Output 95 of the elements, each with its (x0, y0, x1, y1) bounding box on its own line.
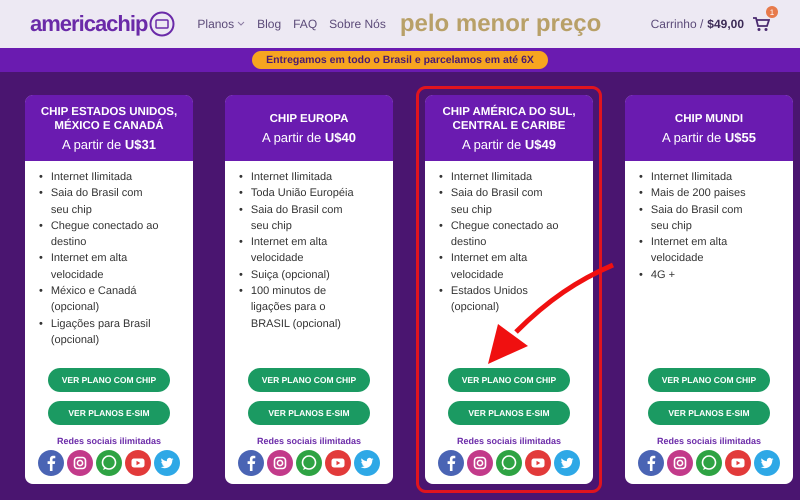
feature-item: Internet em alta velocidade (250, 235, 328, 266)
bullet: • (639, 202, 643, 218)
plan-title: CHIP ESTADOS UNIDOS, MÉXICO E CANADÁ (40, 104, 178, 132)
bullet: • (239, 235, 243, 250)
plan-button[interactable]: VER PLANOS E-SIM (648, 401, 770, 425)
plan-button[interactable]: VER PLANO COM CHIP (648, 368, 770, 392)
plan-price: A partir de U$40 (262, 130, 356, 144)
feature-item: Mais de 200 paises (650, 186, 746, 202)
twitter-icon (754, 450, 780, 476)
logo-wordmark[interactable]: americachip (30, 11, 148, 37)
bullet: • (239, 284, 243, 300)
feature-item: 100 minutos de ligações para o BRASIL (opcional) (250, 284, 342, 332)
bullet: • (439, 251, 443, 266)
plan-button[interactable]: VER PLANOS E-SIM (448, 401, 570, 425)
bullet: • (39, 186, 43, 202)
plan-button[interactable]: VER PLANO COM CHIP (448, 368, 570, 392)
whatsapp-icon (296, 450, 322, 476)
bullet: • (39, 170, 43, 185)
whatsapp-icon (96, 450, 122, 476)
instagram-icon (467, 450, 493, 476)
whatsapp-icon (496, 450, 522, 476)
feature-item: Saia do Brasil com seu chip (250, 202, 344, 234)
bullet: • (239, 170, 243, 185)
social-label: Redes sociais ilimitadas (56, 436, 162, 446)
shipping-banner: Entregamos em todo o Brasil e parcelamos em até 6X (252, 51, 548, 69)
social-label: Redes sociais ilimitadas (456, 436, 562, 446)
feature-item: Ligações para Brasil (opcional) (50, 316, 152, 348)
feature-item: Internet Ilimitada (450, 170, 532, 185)
cart-label[interactable]: Carrinho / (650, 17, 704, 31)
youtube-icon (125, 450, 151, 476)
shopping-cart-icon[interactable] (752, 16, 770, 32)
bullet: • (439, 170, 443, 185)
nav-link[interactable]: Sobre Nós (329, 17, 386, 31)
youtube-icon (525, 450, 551, 476)
plan-price: A partir de U$55 (662, 130, 756, 144)
facebook-icon (638, 450, 664, 476)
bullet: • (639, 268, 643, 283)
feature-item: México e Canadá (opcional) (50, 284, 138, 316)
instagram-icon (67, 450, 93, 476)
cart-count-badge: 1 (766, 6, 778, 18)
bullet: • (39, 251, 43, 266)
feature-item: Saia do Brasil com seu chip (450, 186, 544, 218)
plan-button[interactable]: VER PLANO COM CHIP (48, 368, 170, 392)
nav-link[interactable]: Planos (197, 17, 246, 31)
bullet: • (39, 316, 43, 332)
bullet: • (439, 186, 443, 202)
youtube-icon (325, 450, 351, 476)
bullet: • (639, 170, 643, 185)
bullet: • (639, 235, 643, 250)
feature-item: Chegue conectado ao destino (50, 218, 160, 250)
feature-item: Internet Ilimitada (650, 170, 732, 185)
feature-item: Estados Unidos (opcional) (450, 284, 529, 316)
plan-button[interactable]: VER PLANOS E-SIM (48, 401, 170, 425)
bullet: • (439, 218, 443, 234)
feature-item: Suiça (opcional) (250, 268, 330, 283)
plan-button[interactable]: VER PLANOS E-SIM (248, 401, 370, 425)
twitter-icon (354, 450, 380, 476)
feature-item: Toda União Européia (250, 186, 354, 202)
feature-item: Saia do Brasil com seu chip (650, 202, 744, 234)
bullet: • (639, 186, 643, 202)
bullet: • (439, 284, 443, 300)
feature-item: Saia do Brasil com seu chip (50, 186, 144, 218)
hero-heading: pelo menor preço (400, 10, 602, 38)
instagram-icon (667, 450, 693, 476)
nav-link[interactable]: FAQ (293, 17, 318, 31)
feature-item: Internet em alta velocidade (50, 251, 128, 283)
feature-item: Internet Ilimitada (250, 170, 332, 185)
plan-price: A partir de U$31 (62, 136, 156, 152)
instagram-icon (267, 450, 293, 476)
social-label: Redes sociais ilimitadas (256, 436, 362, 446)
plan-title: CHIP AMÉRICA DO SUL, CENTRAL E CARIBE (441, 104, 577, 132)
bullet: • (239, 186, 243, 202)
twitter-icon (554, 450, 580, 476)
plan-button[interactable]: VER PLANO COM CHIP (248, 368, 370, 392)
plan-title: CHIP EUROPA (270, 112, 348, 126)
facebook-icon (38, 450, 64, 476)
twitter-icon (154, 450, 180, 476)
whatsapp-icon (696, 450, 722, 476)
facebook-icon (438, 450, 464, 476)
youtube-icon (725, 450, 751, 476)
cart-total[interactable]: $49,00 (707, 17, 744, 31)
feature-item: Internet Ilimitada (50, 170, 132, 185)
feature-item: Chegue conectado ao destino (450, 218, 560, 250)
feature-item: Internet em alta velocidade (650, 235, 728, 266)
plan-title: CHIP MUNDI (674, 112, 744, 126)
bullet: • (239, 268, 243, 283)
bullet: • (39, 218, 43, 234)
nav-link[interactable]: Blog (257, 17, 282, 31)
bullet: • (239, 202, 243, 218)
feature-item: Internet em alta velocidade (450, 251, 528, 283)
feature-item: 4G + (650, 268, 676, 283)
facebook-icon (238, 450, 264, 476)
social-label: Redes sociais ilimitadas (656, 436, 762, 446)
plan-price: A partir de U$49 (462, 136, 556, 152)
bullet: • (39, 284, 43, 300)
